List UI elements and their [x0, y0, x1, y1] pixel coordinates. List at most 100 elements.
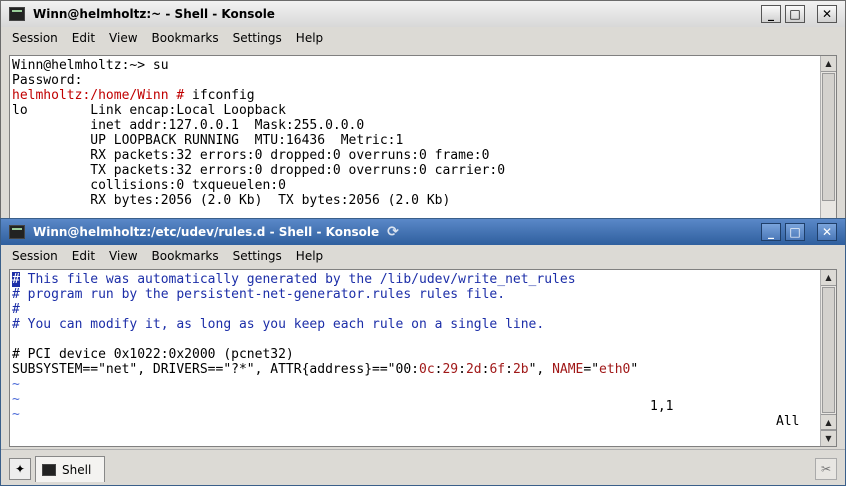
terminal-text: RX packets:32 errors:0 dropped:0 overrun… [12, 148, 490, 163]
terminal-line: TX packets:32 errors:0 dropped:0 overrun… [12, 163, 818, 178]
terminal-text: # PCI device 0x1022:0x2000 (pcnet32) [12, 347, 294, 362]
scrollbar-thumb[interactable] [822, 287, 835, 413]
scroll-up-arrow-icon[interactable]: ▲ [821, 56, 836, 72]
close-icon: ✕ [821, 7, 833, 21]
close-button[interactable]: ✕ [817, 5, 837, 23]
maximize-icon: □ [789, 225, 801, 239]
scroll-down-arrow-icon[interactable]: ▼ [821, 430, 836, 446]
menu-session[interactable]: Session [5, 249, 65, 263]
window-title: Winn@helmholtz:~ - Shell - Konsole [33, 7, 275, 21]
title-bar[interactable]: Winn@helmholtz:/etc/udev/rules.d - Shell… [1, 219, 845, 245]
terminal-area[interactable]: Winn@helmholtz:~> su Password: helmholtz:/… [9, 55, 837, 219]
terminal-line: collisions:0 txqueuelen:0 [12, 178, 818, 193]
terminal-text: 2b [512, 362, 529, 377]
maximize-button[interactable]: □ [785, 5, 805, 23]
menu-help[interactable]: Help [289, 31, 330, 45]
terminal-line: inet addr:127.0.0.1 Mask:255.0.0.0 [12, 118, 818, 133]
terminal-text: UP LOOPBACK RUNNING MTU:16436 Metric:1 [12, 133, 404, 148]
terminal-area[interactable]: # This file was automatically generated … [9, 269, 837, 447]
terminal-line: # PCI device 0x1022:0x2000 (pcnet32) [12, 347, 818, 362]
terminal-text: ifconfig [192, 88, 255, 103]
terminal-text: # [12, 302, 20, 317]
terminal-text: helmholtz:/home/Winn # [12, 88, 193, 103]
terminal-text: =" [583, 362, 600, 377]
terminal-icon [42, 463, 56, 476]
terminal-text: # You can modify it, as long as you keep… [12, 317, 545, 332]
terminal-line: # This file was automatically generated … [12, 272, 818, 287]
terminal-icon[interactable] [9, 7, 25, 21]
close-tab-icon: ✂ [820, 462, 832, 476]
minimize-button[interactable]: _ [761, 5, 781, 23]
terminal-text: Password: [12, 73, 83, 88]
terminal-line: SUBSYSTEM=="net", DRIVERS=="?*", ATTR{ad… [12, 362, 818, 377]
activity-swirl-icon: ⟳ [387, 224, 399, 240]
menu-edit[interactable]: Edit [65, 249, 102, 263]
menu-bar: Session Edit View Bookmarks Settings Hel… [1, 27, 845, 49]
terminal-line: Winn@helmholtz:~> su [12, 58, 818, 73]
vertical-scrollbar[interactable]: ▲ ▲ ▼ [820, 270, 836, 446]
terminal-text: # [12, 272, 20, 287]
terminal-line: # [12, 302, 818, 317]
terminal-text: 2d [465, 362, 482, 377]
terminal-text: lo Link encap:Local Loopback [12, 103, 286, 118]
terminal-text: RX bytes:2056 (2.0 Kb) TX bytes:2056 (2.… [12, 193, 451, 208]
cursor-position: 1,1 [650, 399, 674, 414]
vim-status-line: 1,1 All [10, 384, 820, 444]
close-tab-button[interactable]: ✂ [815, 458, 837, 480]
new-tab-icon: ✦ [14, 462, 26, 476]
terminal-text: This file was automatically generated by… [19, 272, 576, 287]
scroll-up-arrow-icon[interactable]: ▲ [821, 270, 836, 286]
minimize-icon: _ [768, 7, 774, 21]
menu-bookmarks[interactable]: Bookmarks [145, 249, 226, 263]
terminal-text: 29 [442, 362, 459, 377]
terminal-line: RX bytes:2056 (2.0 Kb) TX bytes:2056 (2.… [12, 193, 818, 208]
scrollbar-thumb[interactable] [822, 73, 835, 201]
terminal-text: : [505, 362, 513, 377]
terminal-text: # program run by the persistent-net-gene… [12, 287, 506, 302]
menu-settings[interactable]: Settings [226, 249, 289, 263]
terminal-text: collisions:0 txqueuelen:0 [12, 178, 286, 193]
terminal-icon[interactable] [9, 225, 25, 239]
terminal-output[interactable]: Winn@helmholtz:~> su Password: helmholtz:/… [10, 56, 820, 218]
menu-edit[interactable]: Edit [65, 31, 102, 45]
scroll-scope: All [776, 414, 800, 429]
terminal-text: SUBSYSTEM=="net", DRIVERS=="?*", ATTR{ad… [12, 362, 419, 377]
scroll-up-arrow-icon[interactable]: ▲ [821, 414, 836, 430]
terminal-text: TX packets:32 errors:0 dropped:0 overrun… [12, 163, 506, 178]
terminal-line: lo Link encap:Local Loopback [12, 103, 818, 118]
terminal-line: UP LOOPBACK RUNNING MTU:16436 Metric:1 [12, 133, 818, 148]
minimize-button[interactable]: _ [761, 223, 781, 241]
vertical-scrollbar[interactable]: ▲ [820, 56, 836, 218]
menu-bar: Session Edit View Bookmarks Settings Hel… [1, 245, 845, 267]
terminal-line: # You can modify it, as long as you keep… [12, 317, 818, 332]
terminal-line: # program run by the persistent-net-gene… [12, 287, 818, 302]
menu-settings[interactable]: Settings [226, 31, 289, 45]
menu-session[interactable]: Session [5, 31, 65, 45]
terminal-line: Password: [12, 73, 818, 88]
close-icon: ✕ [821, 225, 833, 239]
terminal-text: ", [528, 362, 553, 377]
menu-bookmarks[interactable]: Bookmarks [145, 31, 226, 45]
minimize-icon: _ [768, 225, 774, 239]
menu-view[interactable]: View [102, 249, 144, 263]
terminal-text: Winn@helmholtz:~> su [12, 58, 169, 73]
maximize-icon: □ [789, 7, 801, 21]
window-title: Winn@helmholtz:/etc/udev/rules.d - Shell… [33, 225, 380, 239]
konsole-window-home: Winn@helmholtz:~ - Shell - Konsole _ □ ✕… [0, 0, 846, 220]
maximize-button[interactable]: □ [785, 223, 805, 241]
tab-label: Shell [62, 462, 92, 477]
menu-view[interactable]: View [102, 31, 144, 45]
terminal-text: inet addr:127.0.0.1 Mask:255.0.0.0 [12, 118, 365, 133]
close-button[interactable]: ✕ [817, 223, 837, 241]
menu-help[interactable]: Help [289, 249, 330, 263]
terminal-text: 0c [419, 362, 435, 377]
tab-shell[interactable]: Shell [35, 456, 105, 482]
terminal-line: helmholtz:/home/Winn # ifconfig [12, 88, 818, 103]
title-bar[interactable]: Winn@helmholtz:~ - Shell - Konsole _ □ ✕ [1, 1, 845, 27]
terminal-text: eth0 [599, 362, 631, 377]
terminal-line: RX packets:32 errors:0 dropped:0 overrun… [12, 148, 818, 163]
new-tab-button[interactable]: ✦ [9, 458, 31, 480]
terminal-text: " [630, 362, 639, 377]
terminal-text: : [458, 362, 466, 377]
